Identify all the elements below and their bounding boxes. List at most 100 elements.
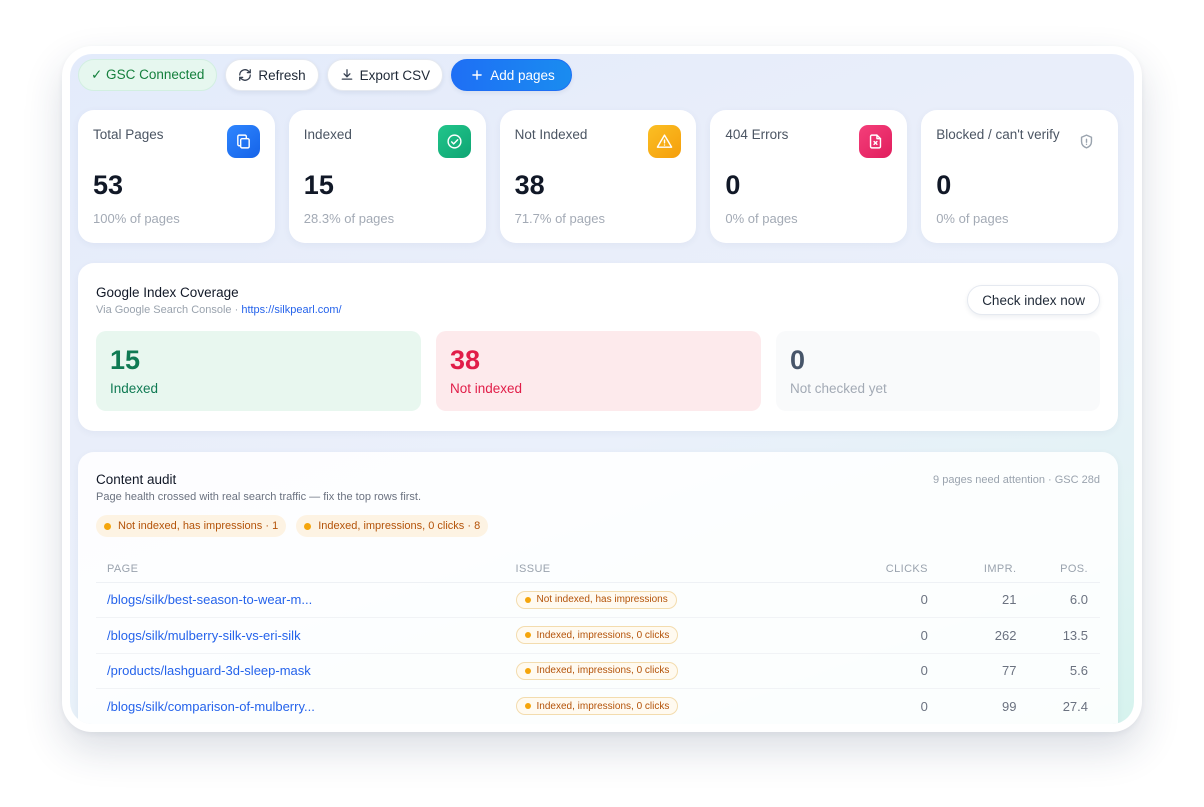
stat-card-blocked: Blocked / can't verify 0 0% of pages — [921, 110, 1118, 243]
app-screen: ✓ GSC Connected Refresh Export CSV Add p… — [70, 54, 1134, 724]
export-csv-button[interactable]: Export CSV — [326, 59, 444, 91]
issue-label: Not indexed, has impressions — [536, 594, 668, 606]
check-circle-icon — [437, 125, 471, 158]
audit-title: Content audit — [96, 472, 177, 487]
issue-label: Indexed, impressions, 0 clicks — [536, 700, 670, 712]
plus-icon — [472, 70, 482, 80]
issue-badge: Indexed, impressions, 0 clicks — [515, 661, 679, 680]
stats-row: Total Pages 53 100% of pages Indexed 15 … — [78, 110, 1118, 243]
page-link[interactable]: /blogs/silk/mulberry-silk-vs-eri-silk — [96, 617, 516, 654]
file-x-icon — [859, 125, 893, 158]
column-header-impressions[interactable]: IMPR. — [927, 556, 1017, 583]
stat-label: Total Pages — [93, 127, 164, 142]
table-row[interactable]: /blogs/silk/comparison-of-mulberry... In… — [96, 688, 1100, 724]
issue-label: Indexed, impressions, 0 clicks — [536, 629, 670, 641]
stat-value: 38 — [514, 170, 545, 200]
impressions-cell: 21 — [927, 582, 1017, 618]
stat-sub: 0% of pages — [936, 211, 1009, 226]
coverage-source: Via Google Search Console · https://silk… — [96, 304, 342, 316]
coverage-not-checked-label: Not checked yet — [790, 381, 887, 396]
impressions-cell: 262 — [927, 617, 1017, 654]
coverage-source-prefix: Via Google Search Console · — [96, 304, 242, 316]
coverage-indexed-label: Indexed — [110, 381, 159, 396]
refresh-button[interactable]: Refresh — [225, 59, 319, 91]
status-dot — [524, 667, 531, 674]
table-row[interactable]: /products/lashguard-3d-sleep-mask Indexe… — [96, 653, 1100, 689]
issue-badge: Indexed, impressions, 0 clicks — [515, 626, 679, 645]
coverage-not-checked-value: 0 — [790, 345, 806, 375]
coverage-indexed-box: 15 Indexed — [96, 331, 421, 411]
filter-chip-zero-clicks[interactable]: Indexed, impressions, 0 clicks · 8 — [296, 515, 489, 537]
clicks-cell: 0 — [820, 688, 928, 724]
issue-cell: Not indexed, has impressions — [515, 582, 821, 618]
stat-label: Indexed — [303, 127, 352, 142]
stat-card-indexed: Indexed 15 28.3% of pages — [288, 110, 486, 243]
coverage-title: Google Index Coverage — [96, 285, 239, 300]
status-dot — [524, 596, 531, 603]
audit-filter-chips: Not indexed, has impressions · 1 Indexed… — [96, 515, 489, 537]
issue-label: Indexed, impressions, 0 clicks — [536, 665, 670, 677]
impressions-cell: 99 — [927, 688, 1017, 724]
filter-chip-not-indexed[interactable]: Not indexed, has impressions · 1 — [96, 515, 287, 537]
refresh-icon — [239, 69, 252, 81]
table-row[interactable]: /blogs/silk/mulberry-silk-vs-eri-silk In… — [96, 617, 1100, 654]
add-pages-label: Add pages — [490, 67, 555, 83]
page-link[interactable]: /blogs/silk/best-season-to-wear-m... — [96, 582, 516, 618]
table-row[interactable]: /blogs/silk/best-season-to-wear-m... Not… — [96, 582, 1100, 618]
coverage-site-link[interactable]: https://silkpearl.com/ — [241, 304, 341, 316]
export-label: Export CSV — [359, 67, 431, 83]
gsc-status-badge: ✓ GSC Connected — [78, 59, 218, 91]
column-header-issue[interactable]: ISSUE — [515, 556, 821, 583]
status-dot — [524, 632, 531, 639]
coverage-indexed-value: 15 — [110, 345, 141, 375]
clicks-cell: 0 — [820, 582, 928, 618]
status-dot — [304, 522, 312, 530]
copy-icon — [226, 125, 260, 158]
shield-icon — [1070, 125, 1103, 158]
check-index-button[interactable]: Check index now — [967, 285, 1100, 315]
download-icon — [341, 69, 352, 80]
index-coverage-panel: Google Index Coverage Via Google Search … — [78, 263, 1118, 431]
add-pages-button[interactable]: Add pages — [451, 59, 572, 91]
column-header-position[interactable]: POS. — [1016, 556, 1100, 583]
column-header-page[interactable]: PAGE — [96, 556, 516, 583]
page-link[interactable]: /blogs/silk/comparison-of-mulberry... — [96, 688, 516, 724]
impressions-cell: 77 — [927, 653, 1017, 689]
audit-meta: 9 pages need attention · GSC 28d — [933, 474, 1100, 486]
issue-cell: Indexed, impressions, 0 clicks — [515, 653, 821, 689]
page-link[interactable]: /products/lashguard-3d-sleep-mask — [96, 653, 516, 689]
issue-cell: Indexed, impressions, 0 clicks — [515, 688, 821, 724]
stat-value: 0 — [936, 170, 952, 200]
stat-sub: 0% of pages — [725, 211, 798, 226]
stat-card-total: Total Pages 53 100% of pages — [78, 110, 275, 243]
column-header-clicks[interactable]: CLICKS — [820, 556, 928, 583]
clicks-cell: 0 — [820, 617, 928, 654]
device-frame: ✓ GSC Connected Refresh Export CSV Add p… — [62, 46, 1142, 732]
stat-value: 15 — [303, 170, 334, 200]
stat-sub: 71.7% of pages — [514, 211, 605, 226]
toolbar: ✓ GSC Connected Refresh Export CSV Add p… — [78, 58, 572, 92]
chip-label: Indexed, impressions, 0 clicks · 8 — [318, 520, 481, 532]
warning-icon — [648, 125, 682, 158]
coverage-not-checked-box: 0 Not checked yet — [776, 331, 1100, 411]
stat-value: 0 — [725, 170, 741, 200]
table-header-row: PAGE ISSUE CLICKS IMPR. POS. — [96, 556, 1100, 583]
stat-value: 53 — [93, 170, 124, 200]
coverage-not-indexed-value: 38 — [450, 345, 481, 375]
issue-badge: Indexed, impressions, 0 clicks — [515, 697, 679, 716]
stat-sub: 100% of pages — [93, 211, 180, 226]
stat-sub: 28.3% of pages — [303, 211, 395, 226]
stat-label: Blocked / can't verify — [936, 127, 1060, 142]
stat-card-404: 404 Errors 0 0% of pages — [710, 110, 908, 243]
coverage-not-indexed-box: 38 Not indexed — [436, 331, 761, 411]
issue-cell: Indexed, impressions, 0 clicks — [515, 617, 821, 654]
stat-label: Not Indexed — [514, 127, 588, 142]
stat-card-not-indexed: Not Indexed 38 71.7% of pages — [499, 110, 697, 243]
position-cell: 6.0 — [1016, 582, 1100, 618]
status-dot — [104, 522, 111, 530]
position-cell: 5.6 — [1016, 653, 1100, 689]
gsc-status-label: ✓ GSC Connected — [91, 67, 205, 82]
stat-label: 404 Errors — [725, 127, 789, 142]
status-dot — [524, 703, 531, 710]
refresh-label: Refresh — [258, 67, 306, 83]
